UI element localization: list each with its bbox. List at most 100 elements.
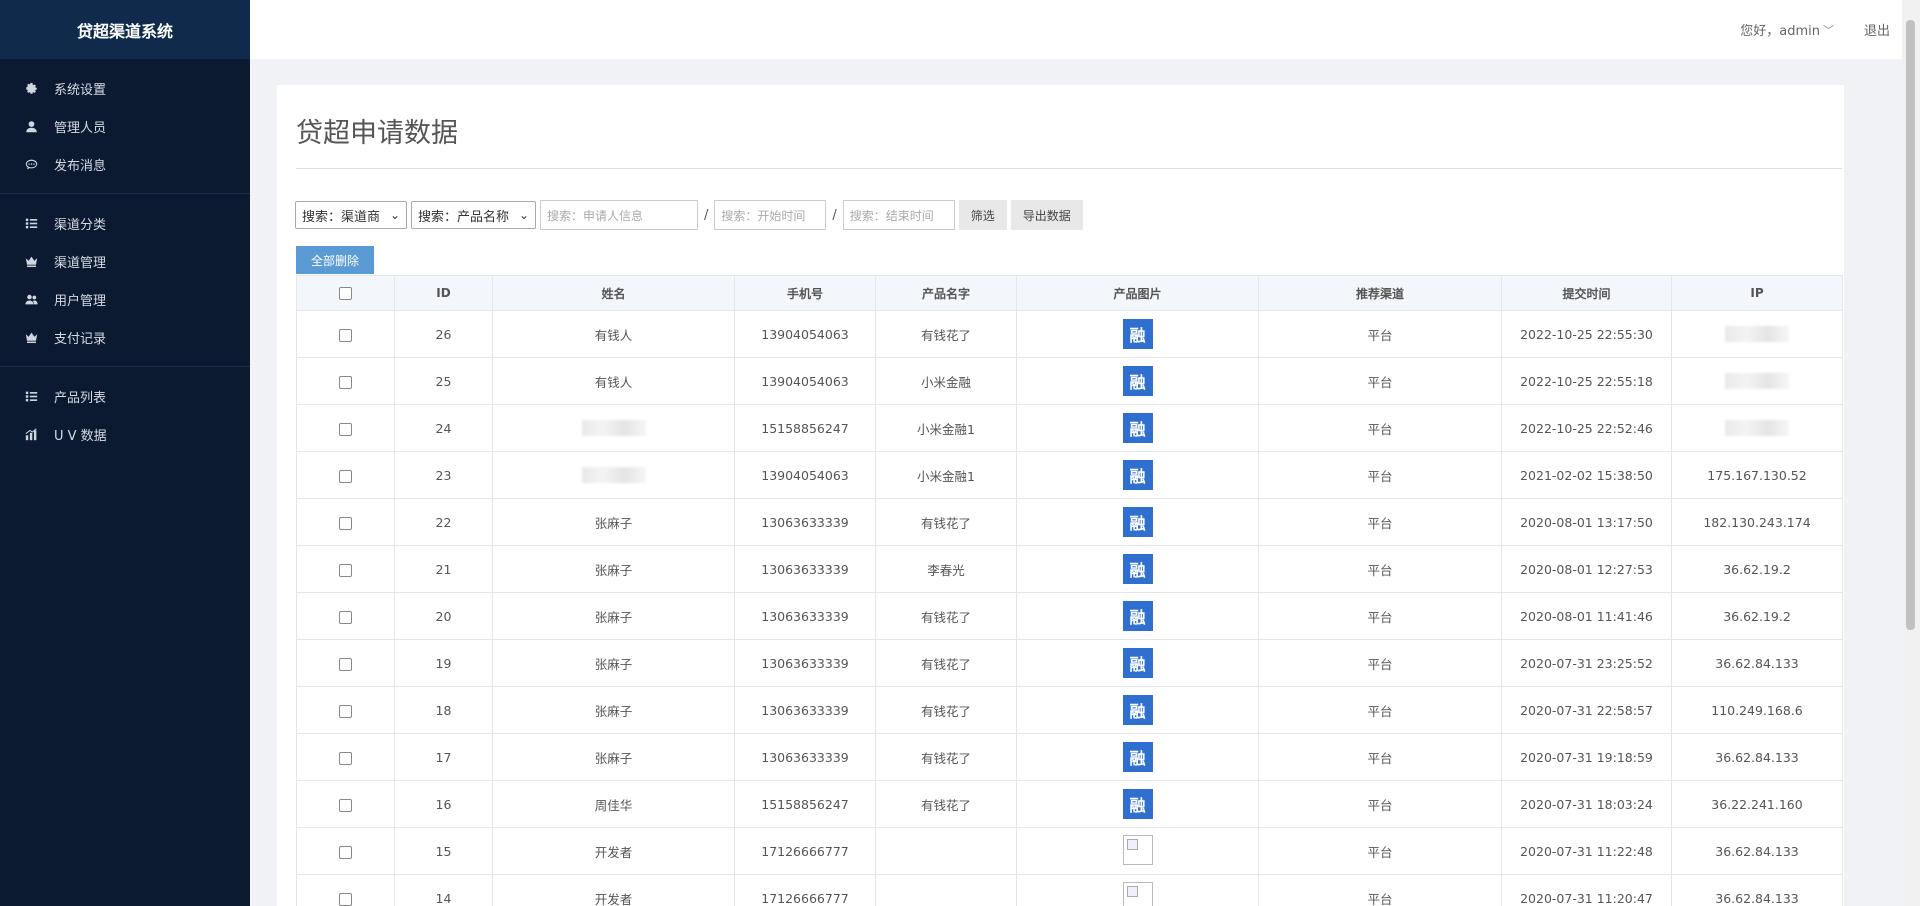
- user-menu[interactable]: 您好，admin ﹀: [1740, 20, 1834, 40]
- bar-chart-icon: [24, 427, 38, 441]
- cell-phone: 13904054063: [734, 357, 876, 405]
- cell-channel: 平台: [1258, 310, 1502, 358]
- row-checkbox[interactable]: [339, 375, 352, 389]
- sidebar-item-label: 支付记录: [54, 331, 107, 347]
- product-logo-image: 融: [1122, 554, 1153, 584]
- sidebar-item[interactable]: 系统设置: [0, 69, 250, 107]
- row-checkbox[interactable]: [339, 657, 352, 671]
- table-row: 24 15158856247 小米金融1 融 平台 2022-10-25 22:52:46: [296, 404, 1843, 452]
- row-select-cell: [296, 451, 395, 499]
- sidebar-item[interactable]: 支付记录: [0, 318, 250, 356]
- header-submit-time: 提交时间: [1501, 275, 1672, 311]
- sidebar-item[interactable]: 渠道管理: [0, 242, 250, 280]
- delete-all-button[interactable]: 全部删除: [296, 246, 374, 274]
- row-checkbox[interactable]: [339, 516, 352, 530]
- cell-submit-time: 2020-07-31 18:03:24: [1501, 780, 1672, 828]
- divider: [296, 168, 1842, 169]
- product-logo-image: 融: [1122, 648, 1153, 678]
- cell-ip: 110.249.168.6: [1671, 686, 1843, 734]
- user-icon: [24, 119, 38, 133]
- cell-product-image: 融: [1016, 686, 1259, 734]
- cell-phone: 13904054063: [734, 451, 876, 499]
- sidebar-item[interactable]: 用户管理: [0, 280, 250, 318]
- product-select-value: 搜索：产品名称: [418, 209, 510, 225]
- row-select-cell: [296, 545, 395, 593]
- row-select-cell: [296, 733, 395, 781]
- table-row: 15 开发者 17126666777 平台 2020-07-31 11:22:48 36.…: [296, 827, 1843, 875]
- cell-submit-time: 2022-10-25 22:52:46: [1501, 404, 1672, 452]
- cell-product-image: 融: [1016, 780, 1259, 828]
- cell-id: 17: [394, 733, 493, 781]
- table-row: 17 张麻子 13063633339 有钱花了 融 平台 2020-07-31 19:18:…: [296, 733, 1843, 781]
- sidebar-item[interactable]: 发布消息: [0, 145, 250, 183]
- row-select-cell: [296, 310, 395, 358]
- cell-product-image: [1016, 827, 1259, 875]
- logout-link[interactable]: 退出: [1864, 20, 1890, 39]
- sidebar-item[interactable]: 渠道分类: [0, 204, 250, 242]
- cell-name: [492, 451, 735, 499]
- broken-image-icon: [1122, 834, 1153, 865]
- header-id: ID: [394, 275, 493, 311]
- greeting-text: 您好，admin: [1740, 24, 1820, 39]
- row-checkbox[interactable]: [339, 845, 352, 859]
- row-checkbox[interactable]: [339, 563, 352, 577]
- row-checkbox[interactable]: [339, 704, 352, 718]
- separator: /: [704, 207, 709, 223]
- cell-name: 张麻子: [492, 592, 735, 640]
- row-select-cell: [296, 874, 395, 906]
- cell-submit-time: 2020-07-31 19:18:59: [1501, 733, 1672, 781]
- cell-product-image: 融: [1016, 498, 1259, 546]
- product-logo-image: 融: [1122, 601, 1153, 631]
- nav-group: 系统设置管理人员发布消息: [0, 59, 250, 194]
- select-all-header: [296, 275, 395, 311]
- cell-product-image: 融: [1016, 357, 1259, 405]
- cell-product: 有钱花了: [875, 498, 1017, 546]
- cell-id: 24: [394, 404, 493, 452]
- sidebar-item[interactable]: 产品列表: [0, 377, 250, 415]
- cell-id: 21: [394, 545, 493, 593]
- row-checkbox[interactable]: [339, 798, 352, 812]
- cell-product-image: [1016, 874, 1259, 906]
- header-phone: 手机号: [734, 275, 876, 311]
- applicant-search-input[interactable]: 搜索：申请人信息: [540, 200, 698, 230]
- row-checkbox[interactable]: [339, 328, 352, 342]
- cell-ip: 175.167.130.52: [1671, 451, 1843, 499]
- row-checkbox[interactable]: [339, 422, 352, 436]
- sidebar-item-label: 渠道分类: [54, 217, 107, 233]
- cell-channel: 平台: [1258, 545, 1502, 593]
- row-checkbox[interactable]: [339, 610, 352, 624]
- sidebar-item-label: 管理人员: [54, 120, 107, 136]
- end-time-input[interactable]: 搜索：结束时间: [842, 200, 955, 230]
- cell-phone: 15158856247: [734, 404, 876, 452]
- sidebar-item-label: 渠道管理: [54, 255, 107, 271]
- brand-title: 贷超渠道系统: [0, 0, 250, 59]
- row-select-cell: [296, 592, 395, 640]
- scrollbar-thumb[interactable]: [1906, 20, 1915, 630]
- cell-name: 周佳华: [492, 780, 735, 828]
- cell-phone: 13063633339: [734, 545, 876, 593]
- cell-name: 张麻子: [492, 686, 735, 734]
- filter-button[interactable]: 筛选: [958, 200, 1007, 230]
- export-button[interactable]: 导出数据: [1010, 200, 1083, 230]
- cell-phone: 13063633339: [734, 592, 876, 640]
- select-all-checkbox[interactable]: [339, 287, 352, 300]
- header-ip: IP: [1671, 275, 1843, 311]
- sidebar-item[interactable]: U V 数据: [0, 415, 250, 453]
- cell-product-image: 融: [1016, 451, 1259, 499]
- product-select[interactable]: 搜索：产品名称 ⌄: [411, 201, 536, 229]
- row-checkbox[interactable]: [339, 469, 352, 483]
- cell-id: 18: [394, 686, 493, 734]
- cell-submit-time: 2021-02-02 15:38:50: [1501, 451, 1672, 499]
- row-checkbox[interactable]: [339, 892, 352, 906]
- header-product: 产品名字: [875, 275, 1017, 311]
- cell-name: 张麻子: [492, 733, 735, 781]
- channel-select[interactable]: 搜索：渠道商 ⌄: [295, 201, 407, 229]
- row-checkbox[interactable]: [339, 751, 352, 765]
- channel-select-value: 搜索：渠道商: [302, 209, 381, 225]
- sidebar-item[interactable]: 管理人员: [0, 107, 250, 145]
- cell-name: [492, 404, 735, 452]
- vertical-scrollbar[interactable]: [1902, 0, 1920, 906]
- cell-ip: 36.62.84.133: [1671, 639, 1843, 687]
- cell-product: [875, 827, 1017, 875]
- start-time-input[interactable]: 搜索：开始时间: [714, 200, 827, 230]
